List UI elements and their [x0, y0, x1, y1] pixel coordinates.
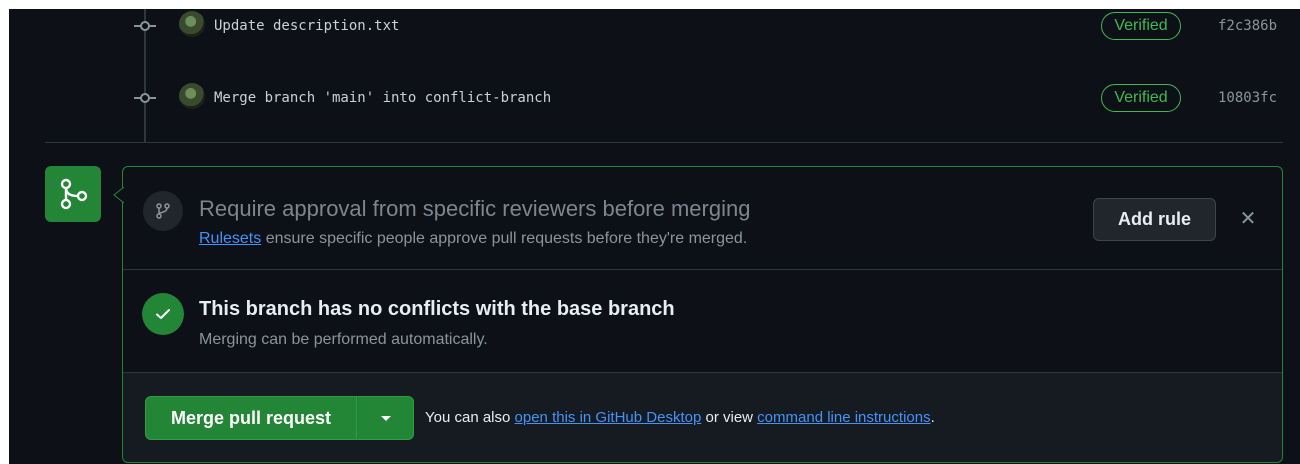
avatar[interactable] — [179, 83, 205, 109]
commit-message[interactable]: Update description.txt — [214, 18, 399, 34]
github-desktop-link[interactable]: open this in GitHub Desktop — [515, 409, 702, 426]
commit-node-icon — [134, 19, 156, 33]
commit-message[interactable]: Merge branch 'main' into conflict-branch — [214, 90, 551, 106]
row-divider — [123, 269, 1282, 270]
add-rule-button[interactable]: Add rule — [1093, 198, 1216, 241]
also-prefix: You can also — [425, 409, 515, 426]
commit-row: Merge branch 'main' into conflict-branch… — [0, 83, 1300, 113]
caret-down-icon[interactable] — [357, 396, 414, 440]
check-icon — [156, 309, 170, 319]
verified-badge[interactable]: Verified — [1101, 84, 1181, 112]
merge-pull-request-button[interactable]: Merge pull request — [145, 396, 357, 440]
rulesets-link[interactable]: Rulesets — [199, 230, 261, 247]
ruleset-description-text: ensure specific people approve pull requ… — [261, 230, 748, 247]
git-merge-badge — [45, 166, 101, 222]
also-middle: or view — [701, 409, 758, 426]
timeline-divider — [45, 142, 1283, 143]
merge-status-subtitle: Merging can be performed automatically. — [199, 331, 488, 348]
merge-alternatives-text: You can also open this in GitHub Desktop… — [425, 409, 935, 426]
check-icon-circle — [142, 293, 184, 335]
git-branch-icon-circle — [143, 191, 183, 231]
commit-sha[interactable]: 10803fc — [1218, 90, 1277, 106]
commit-row: Update description.txt Verified f2c386b — [0, 11, 1300, 41]
command-line-link[interactable]: command line instructions — [757, 409, 930, 426]
also-suffix: . — [930, 409, 935, 426]
box-pointer — [113, 187, 124, 203]
merge-status-title: This branch has no conflicts with the ba… — [199, 298, 675, 320]
git-merge-icon — [60, 178, 88, 210]
git-branch-icon — [156, 203, 170, 219]
commit-sha[interactable]: f2c386b — [1218, 18, 1277, 34]
avatar[interactable] — [179, 11, 205, 37]
ruleset-title: Require approval from specific reviewers… — [199, 196, 751, 221]
close-icon[interactable]: ✕ — [1238, 208, 1258, 230]
ruleset-description: Rulesets ensure specific people approve … — [199, 230, 747, 248]
verified-badge[interactable]: Verified — [1101, 12, 1181, 40]
commit-node-icon — [134, 91, 156, 105]
